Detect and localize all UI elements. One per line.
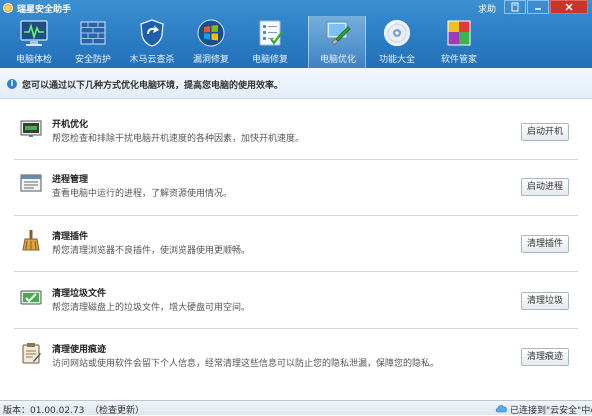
divider	[14, 215, 578, 216]
monitor-checkup-icon	[20, 20, 48, 46]
start-startup-button[interactable]: 启动开机	[521, 123, 569, 141]
software-manager-icon	[447, 20, 471, 46]
close-button[interactable]	[550, 0, 588, 14]
minimize-icon	[535, 8, 541, 10]
tab-label: 电脑优化	[319, 55, 356, 65]
item-description: 查看电脑中运行的进程，了解资源使用情况。	[52, 189, 233, 199]
tab-computer-checkup[interactable]: 电脑体检	[5, 16, 63, 68]
tab-label: 电脑修复	[251, 55, 288, 65]
startup-icon	[20, 120, 42, 137]
checklist-icon	[259, 20, 283, 46]
list-item-clean-traces: 清理使用痕迹 访问网站或使用软件会留下个人信息，经常清理这些信息可以防止您的隐私…	[0, 342, 592, 398]
header: 瑞星安全助手 求助 电脑体检 安全防护 木马云查杀 漏洞修复 电脑修复 电脑优化…	[0, 0, 592, 68]
tab-label: 软件管家	[440, 55, 477, 65]
title-bar[interactable]: 瑞星安全助手 求助	[0, 0, 592, 16]
list-item-process-manager: 进程管理 查看电脑中运行的进程，了解资源使用情况。 启动进程	[0, 172, 592, 228]
shield-icon	[140, 19, 164, 47]
version-text: 版本：01.00.02.73	[3, 406, 85, 416]
tab-label: 漏洞修复	[192, 55, 229, 65]
tab-computer-optimize[interactable]: 电脑优化	[308, 16, 366, 68]
tab-software-manager[interactable]: 软件管家	[430, 16, 488, 68]
app-logo-icon	[3, 3, 13, 13]
divider	[14, 328, 578, 329]
item-title: 清理垃圾文件	[52, 289, 107, 299]
item-description: 帮您清理浏览器不良插件，使浏览器使用更顺畅。	[52, 246, 251, 256]
clipboard-icon	[22, 343, 41, 364]
item-title: 清理插件	[52, 232, 89, 242]
item-description: 帮您检查和排除干扰电脑开机速度的各种因素，加快开机速度。	[52, 134, 305, 144]
broom-icon	[22, 230, 40, 251]
disk-clean-icon	[20, 290, 42, 305]
item-description: 帮您清理磁盘上的垃圾文件，增大硬盘可用空间。	[52, 303, 251, 313]
app-title: 瑞星安全助手	[17, 5, 72, 15]
tab-security-protection[interactable]: 安全防护	[64, 16, 122, 68]
list-item-startup-optimize: 开机优化 帮您检查和排除干扰电脑开机速度的各种因素，加快开机速度。 启动开机	[0, 117, 592, 173]
process-window-icon	[20, 174, 42, 192]
cloud-icon	[495, 405, 507, 413]
main-tabs: 电脑体检 安全防护 木马云查杀 漏洞修复 电脑修复 电脑优化 功能大全 软件管家	[0, 16, 592, 68]
divider	[14, 159, 578, 160]
firewall-icon	[80, 21, 106, 45]
divider	[14, 271, 578, 272]
info-bar: i 您可以通过以下几种方式优化电脑环境，提高您电脑的使用效率。	[0, 68, 592, 99]
help-link[interactable]: 求助	[478, 2, 496, 15]
status-bar: 版本：01.00.02.73 （检查更新） 已连接到"云安全"中心	[0, 400, 592, 416]
info-icon: i	[7, 79, 17, 89]
clean-junk-button[interactable]: 清理垃圾	[521, 292, 569, 310]
item-title: 开机优化	[52, 120, 89, 130]
restore-button[interactable]	[504, 0, 526, 14]
tab-vulnerability-fix[interactable]: 漏洞修复	[182, 16, 240, 68]
optimize-icon	[326, 21, 351, 46]
clean-plugins-button[interactable]: 清理插件	[521, 235, 569, 253]
start-process-button[interactable]: 启动进程	[521, 178, 569, 196]
minimize-button[interactable]	[527, 0, 549, 14]
clean-traces-button[interactable]: 清理痕迹	[521, 348, 569, 366]
tab-label: 电脑体检	[15, 55, 52, 65]
tab-feature-collection[interactable]: 功能大全	[368, 16, 426, 68]
check-update-link[interactable]: （检查更新）	[90, 403, 144, 416]
close-icon	[565, 3, 573, 11]
info-text: 您可以通过以下几种方式优化电脑环境，提高您电脑的使用效率。	[22, 81, 284, 91]
restore-icon	[511, 2, 519, 12]
tab-label: 木马云查杀	[129, 55, 175, 65]
list-item-clean-plugins: 清理插件 帮您清理浏览器不良插件，使浏览器使用更顺畅。 清理插件	[0, 229, 592, 285]
item-title: 进程管理	[52, 175, 89, 185]
item-description: 访问网站或使用软件会留下个人信息，经常清理这些信息可以防止您的隐私泄漏，保障您的…	[52, 359, 440, 369]
tab-label: 安全防护	[74, 55, 111, 65]
item-title: 清理使用痕迹	[52, 345, 107, 355]
tab-computer-repair[interactable]: 电脑修复	[241, 16, 299, 68]
connection-status: 已连接到"云安全"中心	[510, 406, 592, 416]
disc-icon	[384, 20, 410, 46]
tab-trojan-cloud-scan[interactable]: 木马云查杀	[123, 16, 181, 68]
windows-logo-icon	[197, 19, 225, 47]
tab-label: 功能大全	[378, 55, 415, 65]
list-item-clean-junk: 清理垃圾文件 帮您清理磁盘上的垃圾文件，增大硬盘可用空间。 清理垃圾	[0, 286, 592, 342]
